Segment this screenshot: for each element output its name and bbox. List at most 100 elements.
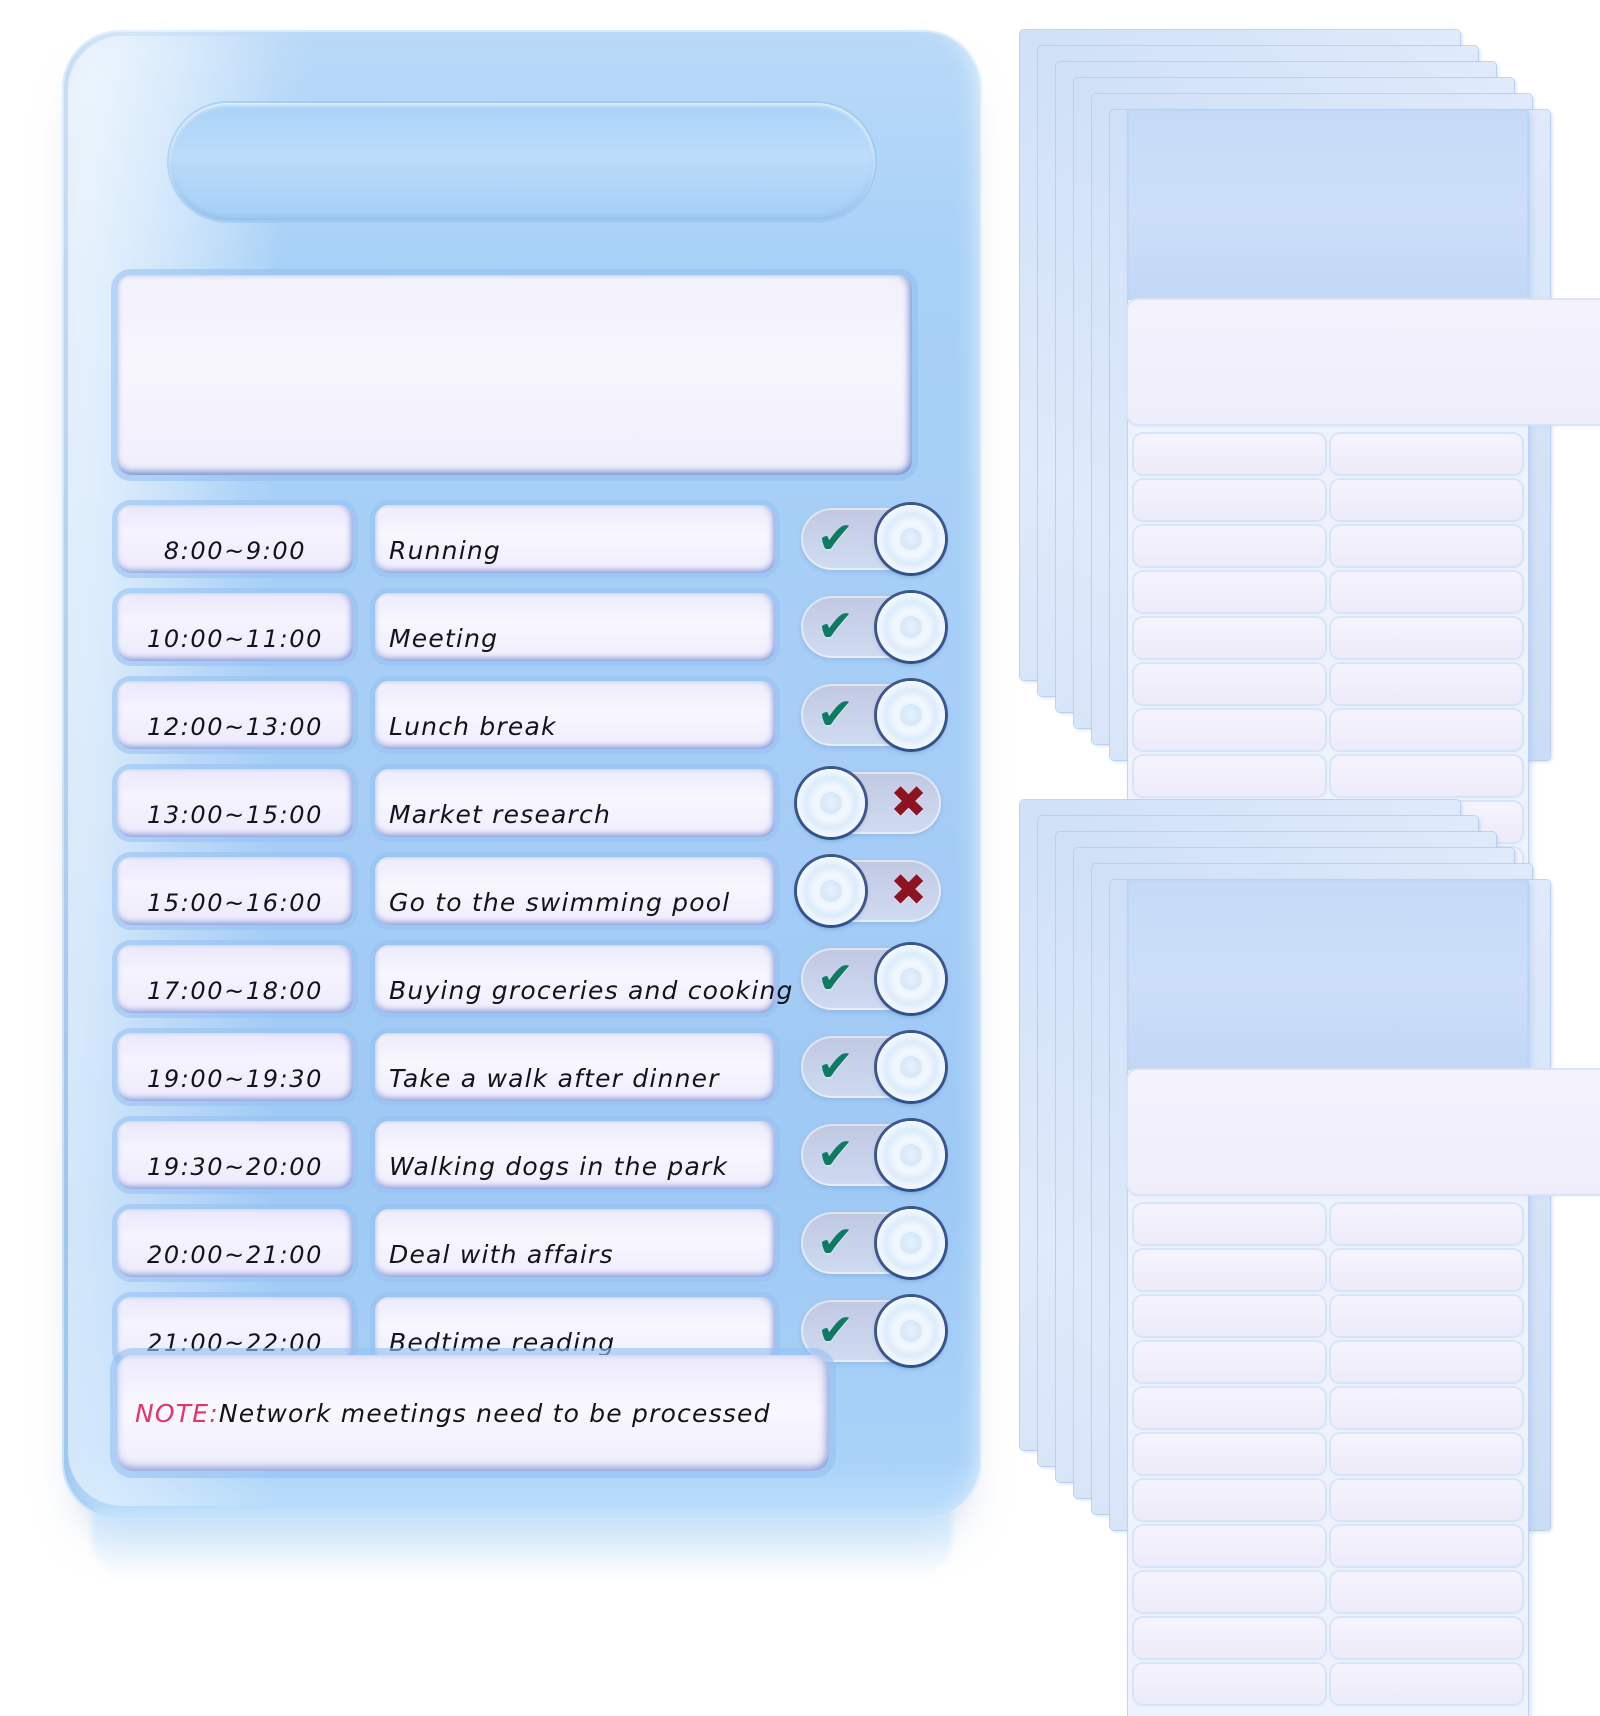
label-cell[interactable] (1134, 1388, 1325, 1428)
toggle-knob[interactable] (877, 593, 945, 661)
label-sheet-wide-label[interactable] (1128, 1070, 1600, 1194)
task-field[interactable]: Walking dogs in the park (375, 1121, 775, 1189)
task-field[interactable]: Buying groceries and cooking (375, 945, 792, 1013)
status-toggle-undone[interactable]: ✖ (797, 769, 941, 837)
label-sheet-wide-label[interactable] (1128, 300, 1600, 424)
time-slot-text: 19:00~19:30 (146, 1065, 324, 1093)
label-cell[interactable] (1331, 572, 1522, 612)
task-field[interactable]: Deal with affairs (375, 1209, 775, 1277)
task-text: Market research (389, 800, 612, 829)
schedule-row: 20:00~21:00 Deal with affairs ✔ (117, 1204, 947, 1282)
label-cell[interactable] (1331, 1250, 1522, 1290)
label-cell[interactable] (1331, 1664, 1522, 1704)
cross-icon: ✖ (890, 865, 927, 916)
label-cell[interactable] (1134, 1480, 1325, 1520)
label-cell[interactable] (1134, 1204, 1325, 1244)
label-sheet-stack-bottom (1020, 800, 1600, 1716)
label-sheet[interactable] (1128, 880, 1600, 1716)
schedule-row: 13:00~15:00 Market research ✖ (117, 764, 947, 842)
label-cell[interactable] (1331, 1342, 1522, 1382)
title-window[interactable] (117, 275, 912, 475)
label-cell[interactable] (1134, 756, 1325, 796)
label-cell[interactable] (1331, 1572, 1522, 1612)
label-cell[interactable] (1331, 1204, 1522, 1244)
toggle-knob[interactable] (877, 505, 945, 573)
toggle-knob[interactable] (877, 1121, 945, 1189)
label-cell[interactable] (1331, 1526, 1522, 1566)
label-sheet-grid (1128, 1198, 1528, 1710)
time-slot-text: 13:00~15:00 (146, 801, 324, 829)
task-field[interactable]: Market research (375, 769, 775, 837)
label-cell[interactable] (1331, 1388, 1522, 1428)
label-cell[interactable] (1331, 526, 1522, 566)
label-cell[interactable] (1134, 1250, 1325, 1290)
label-cell[interactable] (1331, 664, 1522, 704)
check-icon: ✔ (817, 1305, 854, 1356)
time-slot-field[interactable]: 13:00~15:00 (117, 769, 353, 837)
label-cell[interactable] (1331, 756, 1522, 796)
label-cell[interactable] (1134, 1342, 1325, 1382)
task-field[interactable]: Take a walk after dinner (375, 1033, 775, 1101)
label-cell[interactable] (1331, 480, 1522, 520)
toggle-knob[interactable] (877, 681, 945, 749)
label-cell[interactable] (1134, 526, 1325, 566)
time-slot-field[interactable]: 12:00~13:00 (117, 681, 353, 749)
task-text: Go to the swimming pool (389, 888, 731, 917)
time-slot-field[interactable]: 20:00~21:00 (117, 1209, 353, 1277)
toggle-knob[interactable] (877, 1033, 945, 1101)
schedule-row: 10:00~11:00 Meeting ✔ (117, 588, 947, 666)
task-text: Meeting (389, 624, 499, 653)
task-field[interactable]: Meeting (375, 593, 775, 661)
time-slot-field[interactable]: 19:30~20:00 (117, 1121, 353, 1189)
time-slot-field[interactable]: 15:00~16:00 (117, 857, 353, 925)
status-toggle-undone[interactable]: ✖ (797, 857, 941, 925)
status-toggle-done[interactable]: ✔ (801, 505, 945, 573)
label-cell[interactable] (1331, 1480, 1522, 1520)
status-toggle-done[interactable]: ✔ (801, 681, 945, 749)
label-cell[interactable] (1134, 572, 1325, 612)
toggle-knob[interactable] (877, 1297, 945, 1365)
label-cell[interactable] (1331, 1618, 1522, 1658)
label-cell[interactable] (1331, 1296, 1522, 1336)
label-sheet-header-band (1128, 880, 1528, 1070)
task-field[interactable]: Lunch break (375, 681, 775, 749)
label-cell[interactable] (1134, 1526, 1325, 1566)
time-slot-field[interactable]: 17:00~18:00 (117, 945, 353, 1013)
label-cell[interactable] (1134, 664, 1325, 704)
task-text: Take a walk after dinner (389, 1064, 720, 1093)
time-slot-text: 17:00~18:00 (146, 977, 324, 1005)
task-field[interactable]: Running (375, 505, 775, 573)
status-toggle-done[interactable]: ✔ (801, 593, 945, 661)
label-cell[interactable] (1134, 1434, 1325, 1474)
label-cell[interactable] (1134, 618, 1325, 658)
status-toggle-done[interactable]: ✔ (801, 1121, 945, 1189)
status-toggle-done[interactable]: ✔ (801, 945, 945, 1013)
schedule-row: 19:00~19:30 Take a walk after dinner ✔ (117, 1028, 947, 1106)
label-cell[interactable] (1134, 1618, 1325, 1658)
label-cell[interactable] (1134, 710, 1325, 750)
time-slot-field[interactable]: 19:00~19:30 (117, 1033, 353, 1101)
status-toggle-done[interactable]: ✔ (801, 1297, 945, 1365)
toggle-knob[interactable] (877, 945, 945, 1013)
label-cell[interactable] (1134, 480, 1325, 520)
toggle-knob[interactable] (797, 769, 865, 837)
status-toggle-done[interactable]: ✔ (801, 1033, 945, 1101)
task-field[interactable]: Go to the swimming pool (375, 857, 775, 925)
label-cell[interactable] (1331, 434, 1522, 474)
label-cell[interactable] (1331, 710, 1522, 750)
label-cell[interactable] (1134, 1664, 1325, 1704)
note-box[interactable]: NOTE: Network meetings need to be proces… (117, 1355, 829, 1471)
label-cell[interactable] (1331, 618, 1522, 658)
time-slot-field[interactable]: 8:00~9:00 (117, 505, 353, 573)
status-toggle-done[interactable]: ✔ (801, 1209, 945, 1277)
cross-icon: ✖ (890, 777, 927, 828)
time-slot-text: 20:00~21:00 (146, 1241, 324, 1269)
toggle-knob[interactable] (797, 857, 865, 925)
toggle-knob[interactable] (877, 1209, 945, 1277)
label-cell[interactable] (1134, 1572, 1325, 1612)
time-slot-field[interactable]: 10:00~11:00 (117, 593, 353, 661)
label-cell[interactable] (1331, 1434, 1522, 1474)
check-icon: ✔ (817, 1129, 854, 1180)
label-cell[interactable] (1134, 434, 1325, 474)
label-cell[interactable] (1134, 1296, 1325, 1336)
